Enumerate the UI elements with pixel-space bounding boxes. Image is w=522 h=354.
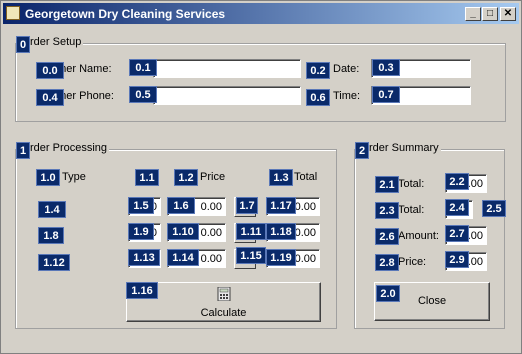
main-window: Georgetown Dry Cleaning Services _ □ ✕ r… xyxy=(0,0,522,354)
badge-2-6: 2.6 xyxy=(375,228,399,245)
badge-0-3: 0.3 xyxy=(372,59,400,76)
badge-0-5: 0.5 xyxy=(129,86,157,103)
badge-2-2: 2.2 xyxy=(445,173,469,190)
badge-1: 1 xyxy=(16,142,30,159)
badge-2-0: 2.0 xyxy=(376,285,400,302)
badge-2-3: 2.3 xyxy=(375,202,399,219)
title-bar[interactable]: Georgetown Dry Cleaning Services _ □ ✕ xyxy=(3,3,519,24)
line-total-header: Total xyxy=(294,171,318,183)
app-icon xyxy=(6,6,20,20)
badge-1-10: 1.10 xyxy=(167,223,199,240)
badge-1-6: 1.6 xyxy=(167,197,195,214)
badge-2-1: 2.1 xyxy=(375,176,399,193)
badge-1-8: 1.8 xyxy=(38,227,64,244)
window-title: Georgetown Dry Cleaning Services xyxy=(25,7,226,21)
badge-1-0: 1.0 xyxy=(36,169,60,186)
badge-0-6: 0.6 xyxy=(306,89,330,106)
badge-1-16: 1.16 xyxy=(126,282,158,299)
order-setup-title: rder Setup xyxy=(28,36,84,48)
badge-0-7: 0.7 xyxy=(372,86,400,103)
badge-1-11: 1.11 xyxy=(236,223,266,240)
date-label: Date: xyxy=(333,63,360,75)
badge-1-17: 1.17 xyxy=(266,197,296,214)
badge-1-15: 1.15 xyxy=(236,247,266,264)
tax-label: Total: xyxy=(398,204,425,216)
badge-1-9: 1.9 xyxy=(128,223,154,240)
close-window-button[interactable]: ✕ xyxy=(500,7,516,21)
badge-1-4: 1.4 xyxy=(38,201,66,218)
badge-1-2: 1.2 xyxy=(174,169,198,186)
customer-name-input[interactable] xyxy=(153,59,301,78)
badge-1-19: 1.19 xyxy=(266,249,296,266)
amount-label: Amount: xyxy=(398,230,439,242)
badge-0-2: 0.2 xyxy=(306,62,330,79)
badge-2-7: 2.7 xyxy=(445,225,469,242)
badge-0: 0 xyxy=(16,36,30,53)
badge-1-5: 1.5 xyxy=(128,197,154,214)
price-label: Price: xyxy=(398,256,427,268)
badge-1-3: 1.3 xyxy=(269,169,293,186)
badge-1-18: 1.18 xyxy=(266,223,296,240)
item-type-header: Type xyxy=(62,171,86,183)
order-processing-title: rder Processing xyxy=(28,142,110,154)
subtotal-label: Total: xyxy=(398,178,425,190)
badge-1-14: 1.14 xyxy=(167,249,199,266)
badge-0-0: 0.0 xyxy=(36,62,64,79)
customer-phone-input[interactable] xyxy=(153,86,301,105)
badge-0-4: 0.4 xyxy=(36,89,64,106)
badge-1-12: 1.12 xyxy=(38,254,70,271)
unit-price-header: Price xyxy=(200,171,226,183)
badge-1-7: 1.7 xyxy=(236,197,258,214)
time-label: Time: xyxy=(333,90,361,102)
badge-1-1: 1.1 xyxy=(135,169,159,186)
badge-2-5: 2.5 xyxy=(482,200,506,217)
badge-0-1: 0.1 xyxy=(129,59,157,76)
order-setup-group: rder Setup xyxy=(15,36,506,122)
minimize-button[interactable]: _ xyxy=(465,7,481,21)
badge-2-4: 2.4 xyxy=(445,199,469,216)
order-summary-title: rder Summary xyxy=(367,142,441,154)
badge-2: 2 xyxy=(355,142,369,159)
badge-2-8: 2.8 xyxy=(375,254,399,271)
calculator-icon xyxy=(217,287,231,301)
calculate-button-label: Calculate xyxy=(200,307,247,319)
maximize-button[interactable]: □ xyxy=(482,7,498,21)
badge-1-13: 1.13 xyxy=(128,249,160,266)
badge-2-9: 2.9 xyxy=(445,251,469,268)
